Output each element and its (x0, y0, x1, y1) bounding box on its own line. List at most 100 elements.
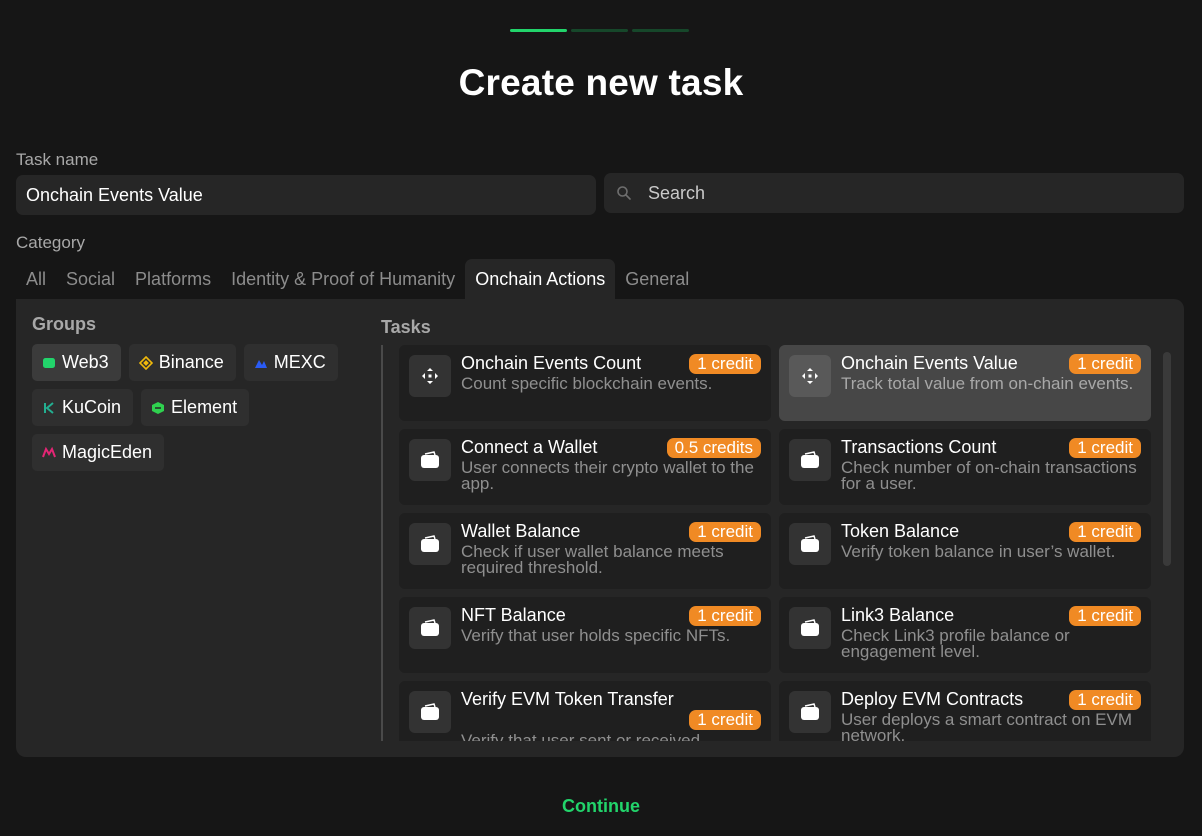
task-card-wallet-balance[interactable]: Wallet Balance 1 credit Check if user wa… (399, 513, 771, 589)
wallet-icon (421, 451, 439, 468)
tasks-divider (381, 345, 383, 741)
credit-badge: 1 credit (1069, 522, 1141, 542)
group-label: MEXC (273, 352, 326, 372)
group-label: KuCoin (62, 397, 122, 417)
group-label: Web3 (62, 352, 109, 372)
group-label: MagicEden (62, 442, 153, 462)
mexc-icon (254, 359, 267, 368)
kucoin-icon (44, 401, 54, 414)
task-icon-box (409, 523, 451, 565)
credit-badge: 1 credit (1069, 354, 1141, 374)
task-icon-box (409, 607, 451, 649)
task-description: Verify that user sent or received (461, 731, 701, 741)
binance-icon (138, 355, 153, 370)
tab-platforms[interactable]: Platforms (125, 259, 221, 299)
tab-all[interactable]: All (16, 259, 56, 299)
task-description: User deploys a smart contract on EVM net… (841, 710, 1133, 741)
task-description: Verify token balance in user’s wallet. (841, 542, 1116, 561)
groups-heading: Groups (32, 314, 97, 334)
credit-badge: 1 credit (1069, 690, 1141, 710)
credit-badge: 1 credit (689, 606, 761, 626)
task-name-field[interactable]: Onchain Events Value (16, 175, 596, 215)
groups-list: Web3 Binance MEXC KuCoin Element MagicEd… (32, 344, 372, 471)
group-chip-binance[interactable]: Binance (128, 344, 236, 381)
task-card-verify-evm-token-transfer[interactable]: Verify EVM Token Transfer 1 credit Verif… (399, 681, 771, 741)
category-panel: Groups Web3 Binance MEXC KuCoin Element … (16, 299, 1184, 757)
task-name-label: Task name (16, 150, 99, 169)
move-arrows-icon (422, 368, 438, 384)
tab-identity-proof-of-humanity[interactable]: Identity & Proof of Humanity (221, 259, 465, 299)
wallet-icon (421, 619, 439, 636)
continue-button[interactable]: Continue (0, 796, 1202, 817)
tasks-heading: Tasks (381, 317, 431, 337)
progress-step-1 (510, 29, 567, 32)
progress-step-2 (571, 29, 628, 32)
category-tabs: All Social Platforms Identity & Proof of… (16, 259, 699, 299)
task-description: User connects their crypto wallet to the… (461, 458, 754, 493)
task-card-onchain-events-count[interactable]: Onchain Events Count 1 credit Count spec… (399, 345, 771, 421)
task-card-onchain-events-value[interactable]: Onchain Events Value 1 credit Track tota… (779, 345, 1151, 421)
credit-badge: 1 credit (1069, 438, 1141, 458)
tab-general[interactable]: General (615, 259, 699, 299)
task-name: Connect a Wallet (461, 437, 598, 457)
task-name: Onchain Events Count (461, 353, 642, 373)
credit-badge: 1 credit (689, 522, 761, 542)
group-chip-mexc[interactable]: MEXC (243, 344, 338, 381)
task-name: Link3 Balance (841, 605, 955, 625)
task-icon-box (789, 523, 831, 565)
task-name: Token Balance (841, 521, 960, 541)
group-chip-web3[interactable]: Web3 (32, 344, 121, 381)
task-card-nft-balance[interactable]: NFT Balance 1 credit Verify that user ho… (399, 597, 771, 673)
wallet-icon (421, 535, 439, 552)
wallet-icon (801, 535, 819, 552)
group-chip-magiceden[interactable]: MagicEden (32, 434, 165, 471)
task-card-link3-balance[interactable]: Link3 Balance 1 credit Check Link3 profi… (779, 597, 1151, 673)
task-icon-box (789, 439, 831, 481)
tasks-list[interactable]: Onchain Events Count 1 credit Count spec… (399, 345, 1151, 741)
task-icon-box (789, 607, 831, 649)
page-title: Create new task (458, 62, 744, 103)
task-icon-box (409, 355, 451, 397)
tasks-scrollbar[interactable] (1163, 352, 1171, 566)
task-card-transactions-count[interactable]: Transactions Count 1 credit Check number… (779, 429, 1151, 505)
task-card-token-balance[interactable]: Token Balance 1 credit Verify token bala… (779, 513, 1151, 589)
task-name: Wallet Balance (461, 521, 581, 541)
task-card-deploy-evm-contracts[interactable]: Deploy EVM Contracts 1 credit User deplo… (779, 681, 1151, 741)
group-label: Binance (158, 352, 224, 372)
task-name: Verify EVM Token Transfer (461, 689, 674, 709)
task-description: Check Link3 profile balance or engagemen… (841, 626, 1070, 661)
credit-badge: 1 credit (1069, 606, 1141, 626)
move-arrows-icon (802, 368, 818, 384)
progress-indicator (510, 29, 689, 32)
task-description: Check number of on-chain transactions fo… (841, 458, 1137, 493)
task-card-connect-a-wallet[interactable]: Connect a Wallet 0.5 credits User connec… (399, 429, 771, 505)
task-icon-box (789, 691, 831, 733)
group-label: Element (171, 397, 238, 417)
wallet-icon (801, 703, 819, 720)
tab-onchain-actions[interactable]: Onchain Actions (465, 259, 616, 299)
category-label: Category (16, 233, 85, 252)
task-icon-box (409, 439, 451, 481)
wallet-icon (801, 619, 819, 636)
task-description: Count specific blockchain events. (461, 374, 713, 393)
task-name: NFT Balance (461, 605, 566, 625)
credit-badge: 1 credit (689, 710, 761, 730)
task-description: Verify that user holds specific NFTs. (461, 626, 731, 645)
task-icon-box (409, 691, 451, 733)
wallet-icon (801, 451, 819, 468)
search-icon (617, 186, 631, 200)
group-chip-kucoin[interactable]: KuCoin (32, 389, 134, 426)
task-name: Onchain Events Value (841, 353, 1018, 373)
web3-icon (43, 357, 55, 368)
task-description: Track total value from on-chain events. (841, 374, 1134, 393)
tab-social[interactable]: Social (56, 259, 125, 299)
group-chip-element[interactable]: Element (141, 389, 250, 426)
task-name: Deploy EVM Contracts (841, 689, 1024, 709)
magiceden-icon (42, 446, 56, 457)
task-icon-box (789, 355, 831, 397)
search-box[interactable] (604, 173, 1184, 213)
wallet-icon (421, 703, 439, 720)
search-input[interactable] (646, 181, 1150, 205)
task-name: Transactions Count (841, 437, 997, 457)
credit-badge: 0.5 credits (666, 438, 761, 458)
